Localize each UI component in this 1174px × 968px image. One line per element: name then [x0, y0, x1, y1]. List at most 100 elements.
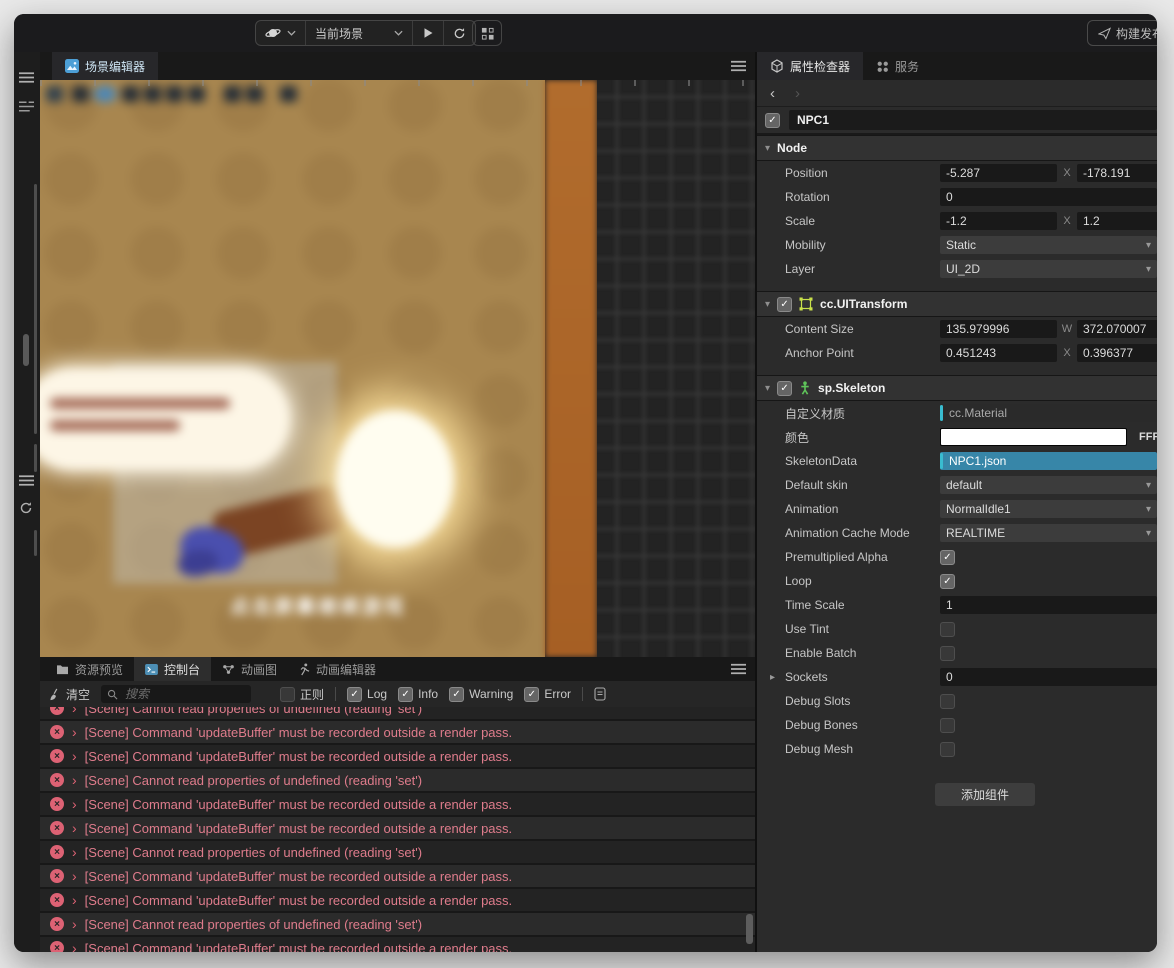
- skeleton-data-asset-field[interactable]: NPC1.json: [940, 452, 1157, 470]
- filter-log[interactable]: Log: [347, 686, 387, 702]
- tab-scene-editor[interactable]: 场景编辑器: [52, 52, 159, 80]
- section-header-skeleton[interactable]: sp.Skeleton: [757, 375, 1157, 401]
- filter-info[interactable]: Info: [398, 686, 438, 702]
- scene-select[interactable]: 当前场景: [306, 21, 413, 45]
- expand-chevron-icon[interactable]: [72, 748, 77, 764]
- cache-mode-select[interactable]: REALTIME: [940, 524, 1157, 542]
- debug-mesh-checkbox[interactable]: [940, 741, 955, 757]
- tab-animation-graph[interactable]: 动画图: [211, 657, 288, 681]
- log-file-icon[interactable]: [594, 687, 606, 701]
- refresh-icon[interactable]: [19, 501, 33, 515]
- default-skin-select[interactable]: default: [940, 476, 1157, 494]
- expand-chevron-icon[interactable]: [72, 844, 77, 860]
- panel-scrollbar[interactable]: [34, 444, 37, 472]
- custom-material-asset-field[interactable]: cc.Material: [940, 404, 1157, 422]
- enable-batch-checkbox[interactable]: [940, 645, 955, 661]
- reload-button[interactable]: [444, 21, 475, 45]
- mobility-select[interactable]: Static: [940, 236, 1157, 254]
- panel-scrollbar[interactable]: [34, 184, 37, 434]
- tab-asset-preview[interactable]: 资源预览: [45, 657, 134, 681]
- filter-warning[interactable]: Warning: [449, 686, 513, 702]
- scene-panel-menu-icon[interactable]: [731, 60, 746, 72]
- animation-select[interactable]: NormalIdle1: [940, 500, 1157, 518]
- premultiplied-alpha-checkbox[interactable]: [940, 549, 955, 565]
- skeleton-enabled-checkbox[interactable]: [777, 380, 793, 396]
- console-error-row[interactable]: [Scene] Command 'updateBuffer' must be r…: [40, 719, 755, 743]
- node-name-input[interactable]: NPC1: [789, 110, 1157, 130]
- console-panel-menu-icon[interactable]: [731, 663, 746, 675]
- menu-icon[interactable]: [19, 475, 34, 486]
- sockets-count-input[interactable]: 0: [940, 668, 1157, 686]
- anchor-y-input[interactable]: 0.396377: [1077, 344, 1157, 362]
- debug-slots-checkbox[interactable]: [940, 693, 955, 709]
- node-active-checkbox[interactable]: [765, 112, 780, 128]
- console-error-row[interactable]: [Scene] Command 'updateBuffer' must be r…: [40, 887, 755, 911]
- console-search-input[interactable]: [123, 686, 228, 702]
- console-error-row[interactable]: [Scene] Command 'updateBuffer' must be r…: [40, 743, 755, 767]
- expand-chevron-icon[interactable]: [72, 707, 77, 716]
- color-swatch[interactable]: [940, 428, 1127, 446]
- regex-toggle[interactable]: 正则: [280, 686, 324, 703]
- section-header-node[interactable]: Node: [757, 135, 1157, 161]
- expand-chevron-icon[interactable]: [72, 724, 77, 740]
- console-error-row[interactable]: [Scene] Command 'updateBuffer' must be r…: [40, 791, 755, 815]
- console-log-list[interactable]: [Scene] Cannot read properties of undefi…: [40, 707, 755, 952]
- rotation-input[interactable]: 0: [940, 188, 1157, 206]
- panel-scrollbar-thumb[interactable]: [23, 334, 29, 366]
- filter-list-icon[interactable]: [19, 101, 34, 112]
- expand-chevron-icon[interactable]: [72, 868, 77, 884]
- clear-console-button[interactable]: 清空: [48, 686, 90, 703]
- content-size-h-input[interactable]: 372.070007: [1077, 320, 1157, 338]
- info-checkbox[interactable]: [398, 686, 414, 702]
- build-publish-button[interactable]: 构建发布: [1087, 20, 1157, 46]
- scale-x-input[interactable]: -1.2: [940, 212, 1057, 230]
- warning-checkbox[interactable]: [449, 686, 465, 702]
- position-y-input[interactable]: -178.191: [1077, 164, 1157, 182]
- log-checkbox[interactable]: [347, 686, 363, 702]
- tab-property-inspector[interactable]: 属性检查器: [757, 52, 864, 80]
- console-error-row[interactable]: [Scene] Cannot read properties of undefi…: [40, 767, 755, 791]
- console-search[interactable]: [101, 685, 252, 703]
- position-x-input[interactable]: -5.287: [940, 164, 1057, 182]
- expand-chevron-icon[interactable]: [72, 940, 77, 952]
- section-header-uitransform[interactable]: cc.UITransform: [757, 291, 1157, 317]
- use-tint-checkbox[interactable]: [940, 621, 955, 637]
- expand-chevron-icon[interactable]: [72, 916, 77, 932]
- collapse-chevron-icon[interactable]: [765, 299, 770, 310]
- debug-bones-checkbox[interactable]: [940, 717, 955, 733]
- collapse-chevron-icon[interactable]: [765, 383, 770, 394]
- tab-animation-editor[interactable]: 动画编辑器: [288, 657, 387, 681]
- error-checkbox[interactable]: [524, 686, 540, 702]
- history-back-icon[interactable]: ‹: [770, 85, 775, 102]
- add-component-button[interactable]: 添加组件: [935, 783, 1035, 806]
- collapse-chevron-icon[interactable]: [765, 143, 770, 154]
- platform-select[interactable]: [256, 21, 306, 45]
- history-forward-icon[interactable]: ›: [795, 85, 800, 102]
- console-scrollbar-thumb[interactable]: [746, 914, 753, 944]
- console-error-row[interactable]: [Scene] Command 'updateBuffer' must be r…: [40, 863, 755, 887]
- expand-chevron-icon[interactable]: [72, 796, 77, 812]
- filter-error[interactable]: Error: [524, 686, 571, 702]
- console-error-row[interactable]: [Scene] Cannot read properties of undefi…: [40, 911, 755, 935]
- regex-checkbox[interactable]: [280, 686, 296, 702]
- play-button[interactable]: [413, 21, 444, 45]
- expand-chevron-icon[interactable]: [72, 772, 77, 788]
- layer-select[interactable]: UI_2D: [940, 260, 1157, 278]
- tab-services[interactable]: 服务: [863, 52, 932, 80]
- time-scale-input[interactable]: 1: [940, 596, 1157, 614]
- expand-chevron-icon[interactable]: [72, 892, 77, 908]
- uitransform-enabled-checkbox[interactable]: [777, 296, 793, 312]
- console-error-row[interactable]: [Scene] Cannot read properties of undefi…: [40, 707, 755, 719]
- panel-scrollbar[interactable]: [34, 530, 37, 556]
- menu-icon[interactable]: [19, 72, 34, 83]
- layout-grid-button[interactable]: [472, 20, 502, 46]
- sockets-expand-icon[interactable]: [770, 672, 775, 683]
- tab-console[interactable]: 控制台: [134, 657, 212, 681]
- anchor-x-input[interactable]: 0.451243: [940, 344, 1057, 362]
- console-error-row[interactable]: [Scene] Cannot read properties of undefi…: [40, 839, 755, 863]
- expand-chevron-icon[interactable]: [72, 820, 77, 836]
- console-error-row[interactable]: [Scene] Command 'updateBuffer' must be r…: [40, 935, 755, 952]
- loop-checkbox[interactable]: [940, 573, 955, 589]
- scene-viewport[interactable]: 点击屏幕继续游戏: [40, 80, 755, 657]
- scale-y-input[interactable]: 1.2: [1077, 212, 1157, 230]
